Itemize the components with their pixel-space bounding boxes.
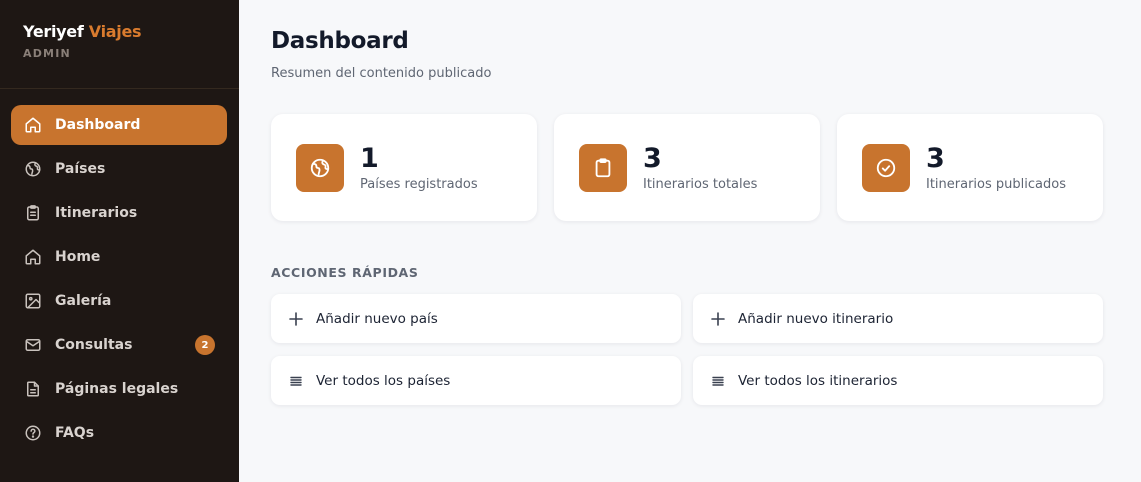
quick-actions-heading: ACCIONES RÁPIDAS <box>271 265 419 280</box>
list-icon <box>289 374 303 388</box>
globe-icon <box>24 160 42 178</box>
stat-card-itinerarios-publicados: 3 Itinerarios publicados <box>837 114 1103 221</box>
view-all-countries-button[interactable]: Ver todos los países <box>271 356 681 405</box>
brand-name-primary: Yeriyef <box>23 22 84 41</box>
sidebar-item-paginas-legales[interactable]: Páginas legales <box>11 369 227 409</box>
add-itinerary-button[interactable]: Añadir nuevo itinerario <box>693 294 1103 343</box>
list-icon <box>711 374 725 388</box>
page-title: Dashboard <box>271 28 409 54</box>
stat-label: Itinerarios publicados <box>926 176 1066 192</box>
sidebar-item-label: Dashboard <box>55 117 141 133</box>
action-label: Ver todos los países <box>316 372 451 389</box>
check-circle-icon <box>862 143 910 192</box>
stat-label: Itinerarios totales <box>643 176 758 192</box>
home-icon <box>24 248 42 266</box>
plus-icon <box>289 311 303 326</box>
help-circle-icon <box>24 424 42 442</box>
plus-icon <box>711 311 725 326</box>
sidebar-item-galeria[interactable]: Galería <box>11 281 227 321</box>
document-icon <box>24 380 42 398</box>
action-label: Ver todos los itinerarios <box>738 372 898 389</box>
sidebar-item-label: Consultas <box>55 337 133 353</box>
sidebar-item-faqs[interactable]: FAQs <box>11 413 227 453</box>
sidebar-item-consultas[interactable]: Consultas 2 <box>11 325 227 365</box>
brand-name: Yeriyef Viajes <box>23 22 216 41</box>
page-subtitle: Resumen del contenido publicado <box>271 66 492 81</box>
sidebar-item-home[interactable]: Home <box>11 237 227 277</box>
action-label: Añadir nuevo país <box>316 310 438 327</box>
sidebar-item-label: Galería <box>55 293 112 309</box>
stat-card-paises: 1 Países registrados <box>271 114 537 221</box>
unread-count-badge: 2 <box>195 335 215 355</box>
sidebar-item-dashboard[interactable]: Dashboard <box>11 105 227 145</box>
brand: Yeriyef Viajes ADMIN <box>0 0 239 89</box>
view-all-itineraries-button[interactable]: Ver todos los itinerarios <box>693 356 1103 405</box>
sidebar-item-label: FAQs <box>55 425 95 441</box>
clipboard-icon <box>24 204 42 222</box>
stat-value: 3 <box>643 142 662 174</box>
sidebar-item-label: Home <box>55 249 101 265</box>
home-icon <box>24 116 42 134</box>
quick-actions-grid: Añadir nuevo país Añadir nuevo itinerari… <box>271 294 1103 405</box>
sidebar: Yeriyef Viajes ADMIN Dashboard Países It… <box>0 0 239 482</box>
sidebar-item-label: Itinerarios <box>55 205 138 221</box>
globe-icon <box>296 143 344 192</box>
sidebar-item-label: Páginas legales <box>55 381 179 397</box>
sidebar-nav: Dashboard Países Itinerarios Home Galerí… <box>0 89 239 453</box>
brand-subtitle: ADMIN <box>23 47 71 60</box>
stats-row: 1 Países registrados 3 Itinerarios total… <box>271 114 1103 221</box>
mail-icon <box>24 336 42 354</box>
action-label: Añadir nuevo itinerario <box>738 310 894 327</box>
image-icon <box>24 292 42 310</box>
main-content: Dashboard Resumen del contenido publicad… <box>239 0 1141 482</box>
add-country-button[interactable]: Añadir nuevo país <box>271 294 681 343</box>
stat-value: 3 <box>926 142 945 174</box>
brand-name-accent: Viajes <box>88 22 142 41</box>
sidebar-item-itinerarios[interactable]: Itinerarios <box>11 193 227 233</box>
sidebar-item-label: Países <box>55 161 106 177</box>
stat-label: Países registrados <box>360 176 478 192</box>
stat-card-itinerarios-totales: 3 Itinerarios totales <box>554 114 820 221</box>
stat-value: 1 <box>360 142 379 174</box>
clipboard-icon <box>579 143 627 192</box>
sidebar-item-paises[interactable]: Países <box>11 149 227 189</box>
